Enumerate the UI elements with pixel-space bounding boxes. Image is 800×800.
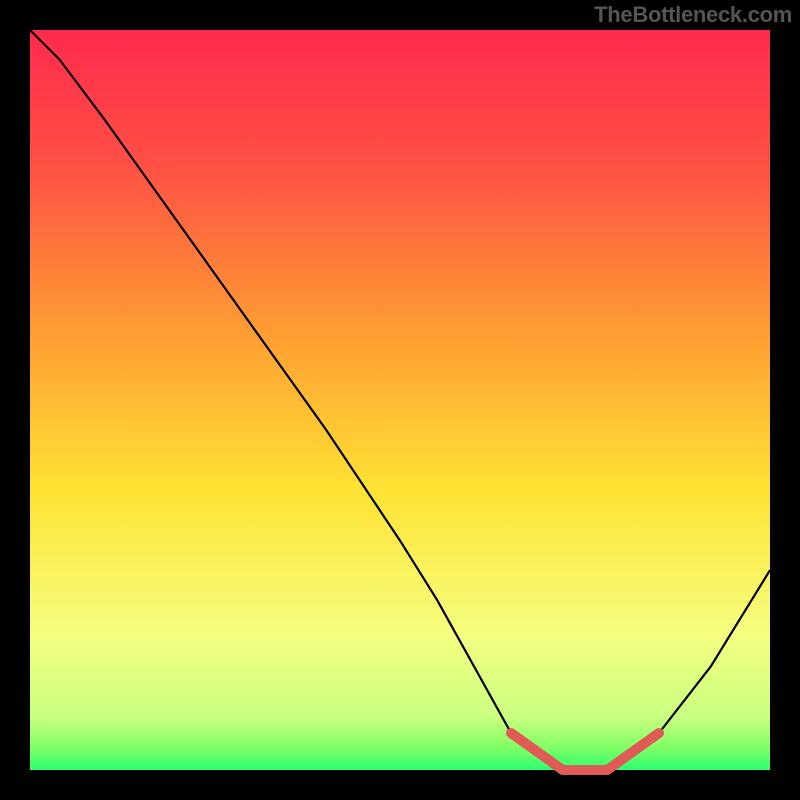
chart-stage: TheBottleneck.com (0, 0, 800, 800)
plot-background (30, 30, 770, 770)
bottleneck-chart (0, 0, 800, 800)
watermark-text: TheBottleneck.com (594, 2, 792, 28)
